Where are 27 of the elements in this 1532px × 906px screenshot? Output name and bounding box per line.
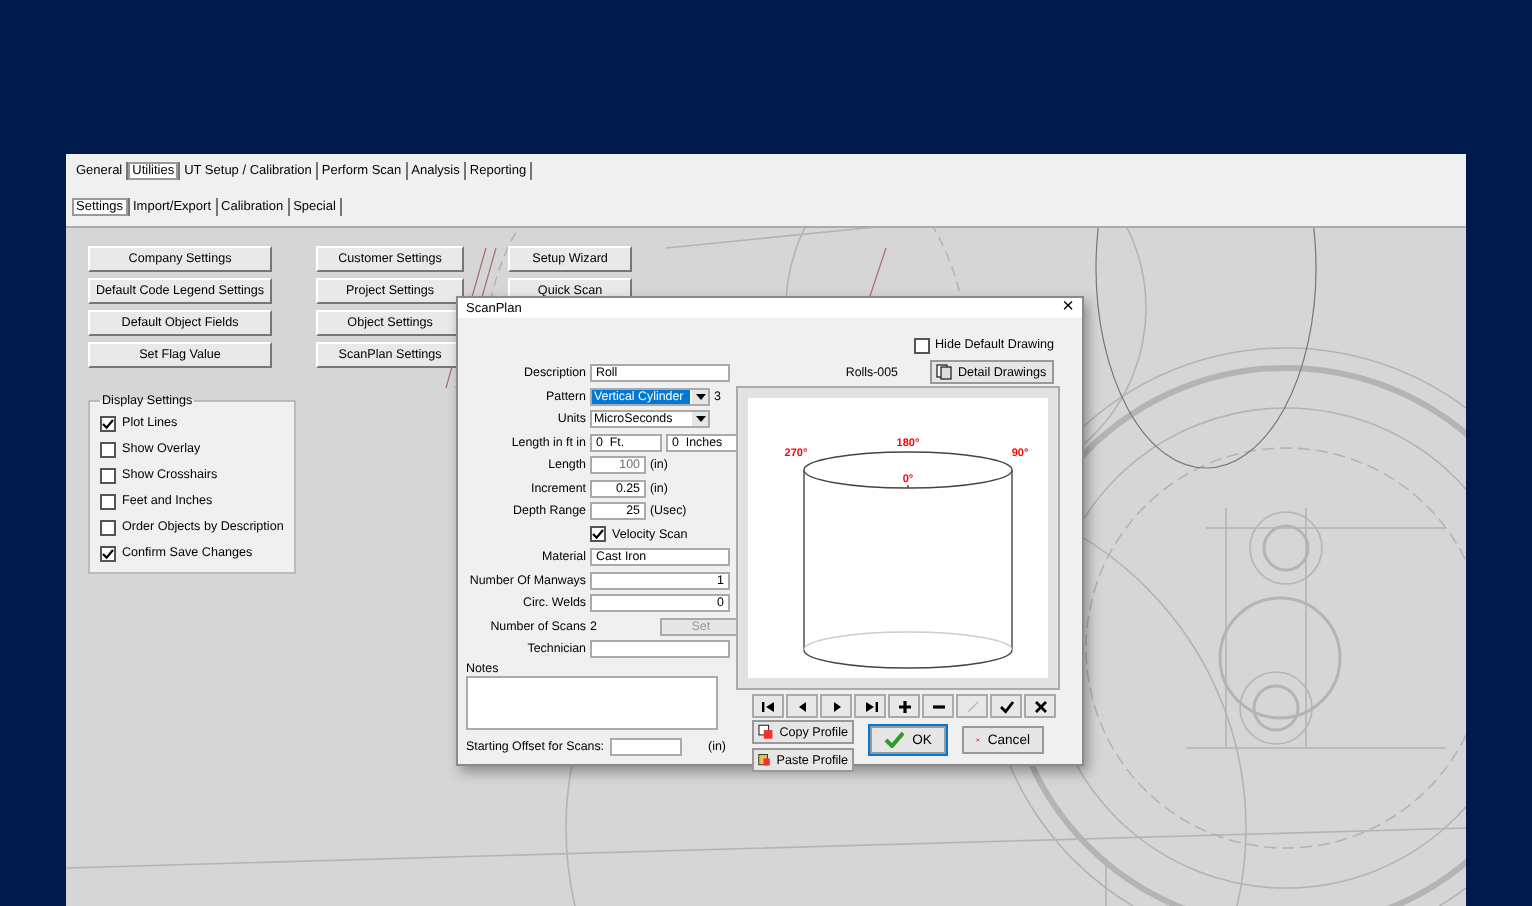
checkmark-icon [102, 417, 114, 429]
navigator-button[interactable] [752, 694, 784, 718]
pencil-icon [963, 697, 981, 715]
navigator-button[interactable] [820, 694, 852, 718]
navigator-button[interactable] [990, 694, 1022, 718]
close-icon [1031, 697, 1049, 715]
navigator-button[interactable] [1024, 694, 1056, 718]
dropdown-arrow-icon [695, 393, 705, 400]
checkmark-icon [997, 697, 1015, 715]
notes-field[interactable] [466, 675, 718, 729]
checkmark-icon [884, 732, 905, 748]
navigator-button[interactable] [922, 694, 954, 718]
paste-icon [758, 752, 771, 768]
checkmark-icon [102, 547, 114, 559]
documents-icon [936, 364, 952, 380]
navigator-button[interactable] [854, 694, 886, 718]
plus-icon [895, 697, 913, 715]
last-record-icon [861, 697, 879, 715]
checkmark-icon [592, 528, 604, 541]
navigator-button[interactable] [888, 694, 920, 718]
first-record-icon [759, 697, 777, 715]
copy-icon [758, 724, 774, 740]
close-button[interactable]: × [1062, 298, 1074, 318]
offset-field[interactable] [610, 737, 683, 755]
text-field[interactable] [590, 640, 730, 659]
dropdown-arrow-icon [695, 416, 705, 423]
navigator-button[interactable] [786, 694, 818, 718]
